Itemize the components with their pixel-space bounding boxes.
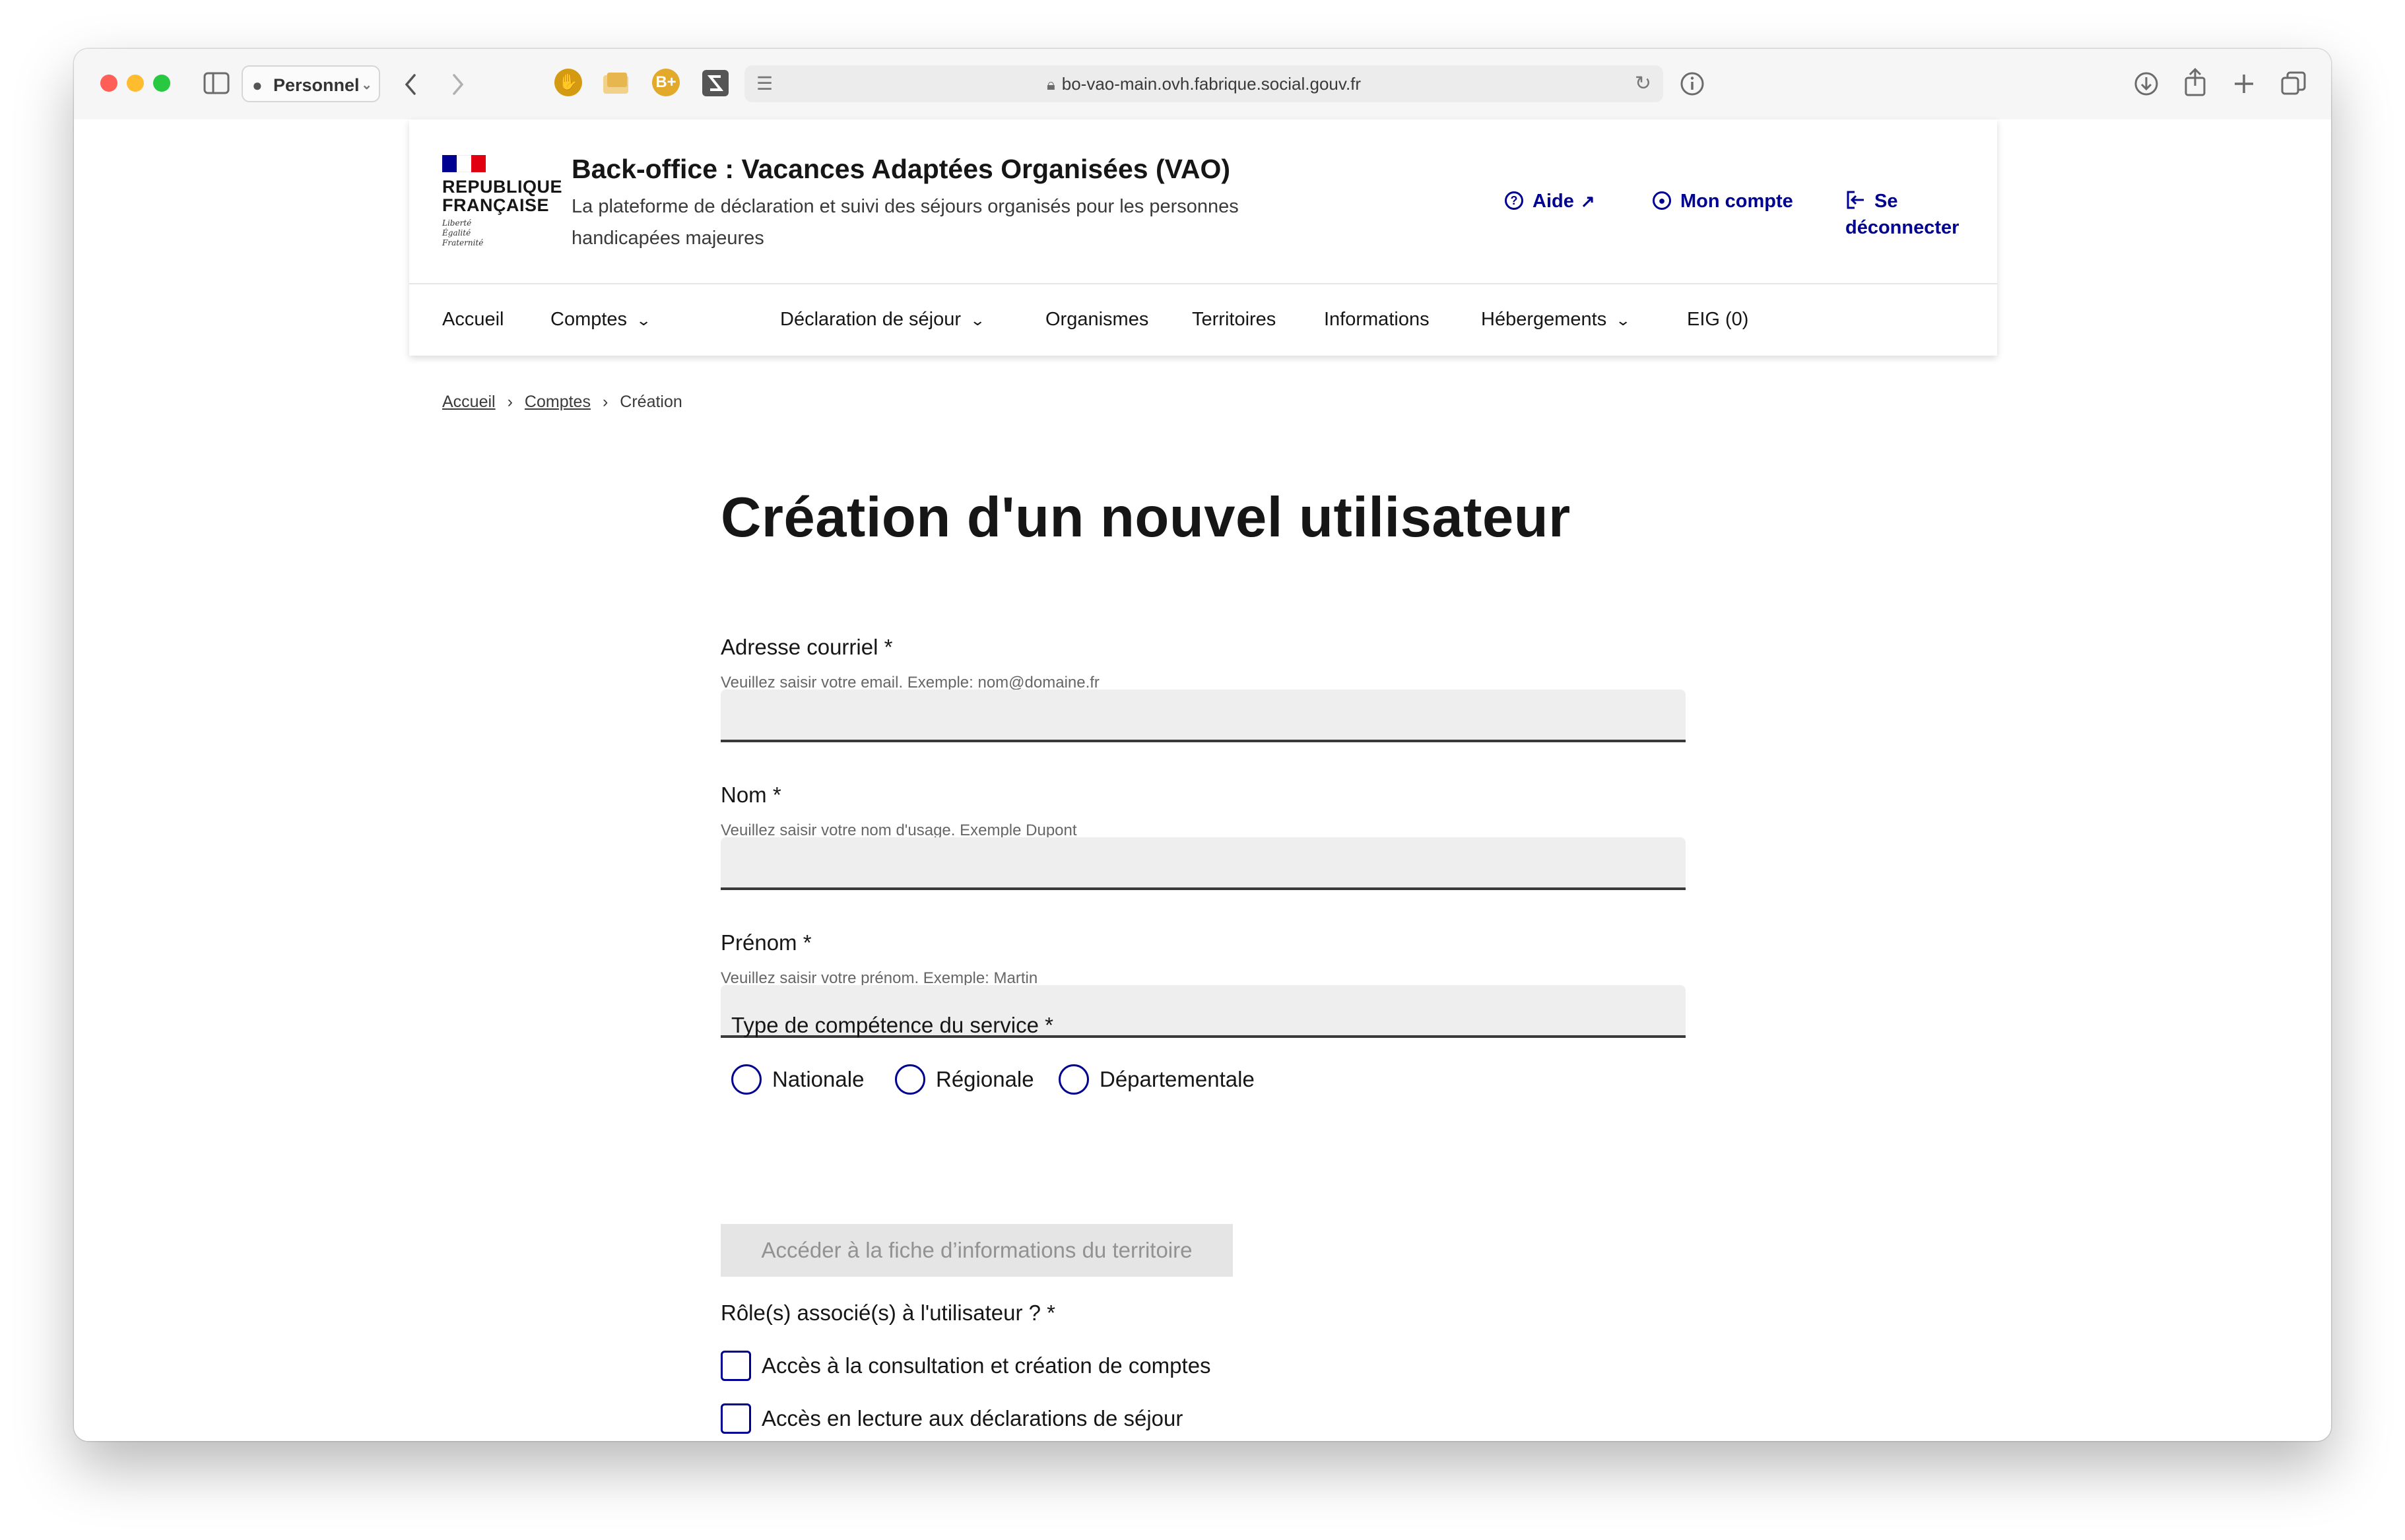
nom-input[interactable] bbox=[721, 837, 1686, 890]
user-icon: ● bbox=[1653, 191, 1671, 210]
tab-overview-icon[interactable] bbox=[2280, 70, 2307, 98]
email-label: Adresse courriel * bbox=[721, 635, 893, 659]
breadcrumb-current: Création bbox=[620, 393, 682, 411]
nav-item-informations[interactable]: Informations bbox=[1324, 283, 1430, 356]
role-checkbox-lecture-declarations[interactable]: Accès en lecture aux déclarations de séj… bbox=[721, 1402, 1183, 1435]
question-icon: ? bbox=[1505, 191, 1523, 210]
checkbox-box[interactable] bbox=[721, 1351, 751, 1382]
browser-toolbar: ● Personnel ⌄ ✋ B+ ☰ 🔒︎ bo-vao-main.ovh.f… bbox=[74, 49, 2331, 121]
person-icon: ● bbox=[252, 75, 263, 95]
header-body: REPUBLIQUE FRANÇAISE Liberté Égalité Fra… bbox=[409, 119, 1997, 284]
service-title[interactable]: Back-office : Vacances Adaptées Organisé… bbox=[572, 154, 1230, 185]
hand-extension-icon[interactable]: ✋ bbox=[554, 69, 582, 96]
republique-francaise-logo[interactable]: REPUBLIQUE FRANÇAISE Liberté Égalité Fra… bbox=[442, 155, 563, 248]
site-header: REPUBLIQUE FRANÇAISE Liberté Égalité Fra… bbox=[409, 119, 1997, 356]
nav-item-declaration-sejour[interactable]: Déclaration de séjour ⌄ bbox=[780, 283, 986, 356]
page-content: REPUBLIQUE FRANÇAISE Liberté Égalité Fra… bbox=[74, 119, 2331, 1441]
page-title: Création d'un nouvel utilisateur bbox=[721, 486, 1571, 549]
address-bar[interactable]: ☰ 🔒︎ bo-vao-main.ovh.fabrique.social.gouv… bbox=[744, 65, 1663, 102]
marianne-flag-icon bbox=[442, 155, 486, 172]
profile-selector[interactable]: ● Personnel ⌄ bbox=[242, 65, 380, 102]
checkbox-box[interactable] bbox=[721, 1403, 751, 1434]
sidebar-icon[interactable] bbox=[203, 71, 230, 95]
chevron-down-icon: ⌄ bbox=[970, 312, 986, 329]
role-checkbox-comptes[interactable]: Accès à la consultation et création de c… bbox=[721, 1349, 1211, 1382]
s-extension-icon[interactable] bbox=[701, 69, 730, 98]
radio-circle[interactable] bbox=[1059, 1064, 1089, 1095]
logout-icon bbox=[1847, 191, 1864, 209]
help-link[interactable]: ? Aide ↗ bbox=[1505, 188, 1595, 214]
prenom-label: Prénom * bbox=[721, 930, 812, 955]
reader-mode-icon[interactable]: ☰ bbox=[756, 65, 773, 102]
logo-text: REPUBLIQUE FRANÇAISE bbox=[442, 177, 563, 215]
reload-icon[interactable]: ↻ bbox=[1635, 65, 1651, 102]
download-icon[interactable] bbox=[2133, 71, 2159, 97]
chevron-right-icon: › bbox=[602, 393, 609, 411]
url-text: bo-vao-main.ovh.fabrique.social.gouv.fr bbox=[1061, 74, 1362, 94]
chevron-down-icon: ⌄ bbox=[636, 312, 652, 329]
browser-window: ● Personnel ⌄ ✋ B+ ☰ 🔒︎ bo-vao-main.ovh.f… bbox=[74, 49, 2331, 1441]
lock-icon: 🔒︎ bbox=[1046, 76, 1055, 94]
breadcrumb-link-comptes[interactable]: Comptes bbox=[525, 393, 591, 411]
competence-label: Type de compétence du service * bbox=[731, 1013, 1053, 1037]
nav-item-territoires[interactable]: Territoires bbox=[1192, 283, 1276, 356]
back-arrow-icon[interactable] bbox=[401, 71, 421, 98]
nav-item-eig[interactable]: EIG (0) bbox=[1687, 283, 1748, 356]
minimize-window-button[interactable] bbox=[127, 75, 144, 92]
external-link-icon: ↗ bbox=[1580, 191, 1595, 211]
profile-label: Personnel bbox=[273, 75, 360, 95]
nav-item-comptes[interactable]: Comptes ⌄ bbox=[550, 283, 652, 356]
zoom-window-button[interactable] bbox=[153, 75, 170, 92]
logo-motto: Liberté Égalité Fraternité bbox=[442, 218, 484, 247]
chevron-down-icon: ⌄ bbox=[361, 78, 372, 92]
breadcrumb-link-accueil[interactable]: Accueil bbox=[442, 393, 496, 411]
main-navigation: Accueil Comptes ⌄ Déclaration de séjour ⌄ … bbox=[409, 283, 1997, 356]
breadcrumb: Accueil › Comptes › Création bbox=[442, 393, 682, 412]
nom-label: Nom * bbox=[721, 783, 781, 807]
nav-item-organismes[interactable]: Organismes bbox=[1045, 283, 1148, 356]
new-tab-icon[interactable] bbox=[2231, 71, 2257, 97]
nav-item-accueil[interactable]: Accueil bbox=[442, 283, 504, 356]
radio-regionale[interactable]: Régionale bbox=[895, 1063, 1034, 1096]
chevron-right-icon: › bbox=[507, 393, 513, 411]
folder-extension-icon[interactable] bbox=[602, 70, 631, 96]
logout-link[interactable]: Se déconnecter bbox=[1845, 188, 1997, 241]
chevron-down-icon: ⌄ bbox=[1615, 312, 1631, 329]
radio-nationale[interactable]: Nationale bbox=[731, 1063, 864, 1096]
nav-item-hebergements[interactable]: Hébergements ⌄ bbox=[1481, 283, 1631, 356]
roles-label: Rôle(s) associé(s) à l'utilisateur ? * bbox=[721, 1300, 1055, 1325]
service-tagline: La plateforme de déclaration et suivi de… bbox=[572, 196, 1239, 249]
territory-info-button[interactable]: Accéder à la fiche d’informations du ter… bbox=[721, 1224, 1233, 1277]
close-window-button[interactable] bbox=[100, 75, 117, 92]
radio-departementale[interactable]: Départementale bbox=[1059, 1063, 1255, 1096]
info-icon[interactable] bbox=[1679, 71, 1705, 97]
email-input[interactable] bbox=[721, 690, 1686, 742]
forward-arrow-icon[interactable] bbox=[447, 71, 467, 98]
bplus-extension-icon[interactable]: B+ bbox=[652, 69, 680, 96]
radio-circle[interactable] bbox=[731, 1064, 762, 1095]
radio-circle[interactable] bbox=[895, 1064, 925, 1095]
account-link[interactable]: ● Mon compte bbox=[1653, 188, 1793, 214]
share-icon[interactable] bbox=[2182, 67, 2208, 98]
